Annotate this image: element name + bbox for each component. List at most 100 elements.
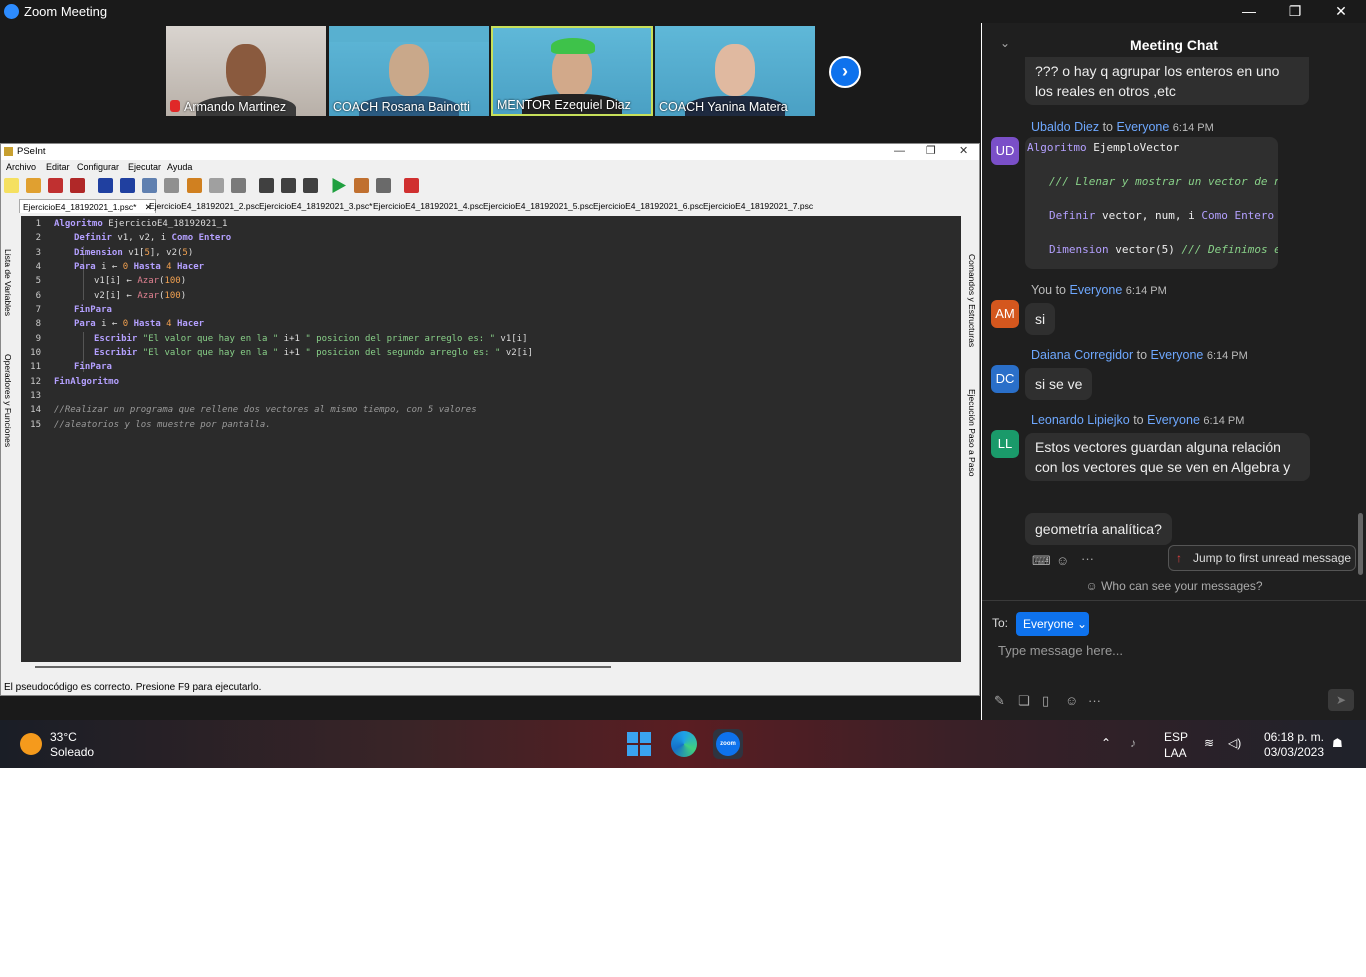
close-button[interactable]: ✕ — [1318, 0, 1364, 23]
sun-icon[interactable] — [20, 733, 42, 755]
undo-icon[interactable] — [98, 178, 113, 193]
menu-ejecutar[interactable]: Ejecutar — [128, 162, 161, 172]
zoom-app-icon: zoom — [716, 732, 740, 756]
file-tab[interactable]: EjercicioE4_18192021_3.psc* — [256, 199, 375, 213]
code-editor[interactable]: 1 2 3 4 5 6 7 8 9 10 11 12 13 14 15 Algo… — [21, 216, 961, 662]
horizontal-scrollbar[interactable] — [35, 666, 611, 668]
pseint-maximize-button[interactable]: ❐ — [926, 144, 936, 159]
who-can-see-link[interactable]: ☺ Who can see your messages? — [982, 579, 1366, 593]
run-icon[interactable] — [332, 178, 346, 193]
restore-button[interactable]: ❐ — [1272, 0, 1318, 23]
cut-icon[interactable] — [142, 178, 157, 193]
volume-icon[interactable]: ◁) — [1228, 736, 1241, 750]
file-tab[interactable]: EjercicioE4_18192021_4.psc — [370, 199, 486, 213]
more-options-icon[interactable]: ··· — [1081, 551, 1094, 566]
line-number: 9 — [35, 334, 41, 344]
microphone-icon[interactable]: ♪ — [1130, 736, 1136, 750]
next-page-button[interactable]: › — [829, 56, 861, 88]
search-next-icon[interactable] — [281, 178, 296, 193]
open-file-icon[interactable] — [26, 178, 41, 193]
flowchart-icon[interactable] — [376, 178, 391, 193]
emoji-icon[interactable]: ☺ — [1065, 693, 1078, 708]
line-number: 14 — [30, 405, 41, 415]
line-number: 7 — [35, 305, 41, 315]
variables-panel-tab[interactable]: Lista de Variables — [3, 249, 13, 316]
chat-scrollbar[interactable] — [1358, 513, 1363, 575]
zoom-taskbar-icon[interactable]: zoom — [713, 729, 743, 759]
to-label: To: — [992, 616, 1009, 630]
redo-icon[interactable] — [120, 178, 135, 193]
code-line: Escribir "El valor que hay en la " i+1 "… — [94, 334, 528, 344]
background-banner — [329, 26, 489, 42]
participant-video — [715, 44, 755, 96]
file-tab[interactable]: EjercicioE4_18192021_6.psc — [590, 199, 706, 213]
edge-browser-icon[interactable] — [671, 731, 697, 757]
find-icon[interactable] — [231, 178, 246, 193]
pseint-app-icon — [4, 147, 13, 156]
indent-icon[interactable] — [209, 178, 224, 193]
code-message-bubble: Algoritmo EjemploVector /// Llenar y mos… — [1025, 137, 1278, 269]
operators-panel-tab[interactable]: Operadores y Funciones — [3, 354, 13, 447]
wifi-icon[interactable]: ≋ — [1204, 736, 1214, 750]
start-button[interactable] — [627, 732, 651, 756]
help-icon[interactable] — [404, 178, 419, 193]
jump-to-unread-button[interactable]: ↑ Jump to first unread message — [1168, 545, 1356, 571]
reply-icon[interactable]: ⌨ — [1032, 553, 1051, 569]
emoji-reaction-icon[interactable]: ☺ — [1056, 553, 1069, 568]
format-icon[interactable]: ✎ — [994, 693, 1005, 709]
save-icon[interactable] — [48, 178, 63, 193]
new-file-icon[interactable] — [4, 178, 19, 193]
notifications-icon[interactable]: ☗ — [1332, 736, 1343, 750]
windows-logo-icon — [627, 745, 638, 756]
clock-time[interactable]: 06:18 p. m. — [1262, 730, 1324, 744]
step-icon[interactable] — [354, 178, 369, 193]
screenshot-icon[interactable]: ❏ — [1018, 693, 1030, 709]
line-number: 1 — [35, 219, 41, 229]
minimize-button[interactable]: — — [1226, 0, 1272, 23]
file-tab[interactable]: EjercicioE4_18192021_2.psc — [146, 199, 262, 213]
save-as-icon[interactable] — [70, 178, 85, 193]
clock-date[interactable]: 03/03/2023 — [1258, 745, 1324, 759]
file-tab[interactable]: EjercicioE4_18192021_7.psc — [700, 199, 816, 213]
line-number: 6 — [35, 291, 41, 301]
weather-temperature[interactable]: 33°C — [50, 730, 77, 744]
pseint-minimize-button[interactable]: — — [894, 144, 905, 159]
code-line: Dimension v1[5], v2(5) — [74, 248, 194, 258]
weather-condition[interactable]: Soleado — [50, 745, 94, 759]
replace-icon[interactable] — [303, 178, 318, 193]
file-tab-active[interactable]: EjercicioE4_18192021_1.psc* ✕ — [19, 199, 156, 213]
message-header: Leonardo Lipiejko to Everyone 6:14 PM — [1031, 413, 1245, 427]
pseint-close-button[interactable]: ✕ — [959, 144, 968, 159]
avatar: LL — [991, 430, 1019, 458]
pseint-title-bar: PSeInt — ❐ ✕ — [1, 144, 979, 160]
participant-tile-active[interactable]: MENTOR Ezequiel Diaz — [491, 26, 653, 116]
recipient-dropdown[interactable]: Everyone ⌄ — [1016, 612, 1089, 636]
chat-message-bubble: si se ve — [1025, 368, 1093, 400]
copy-icon[interactable] — [164, 178, 179, 193]
line-number: 13 — [30, 391, 41, 401]
more-options-icon[interactable]: ··· — [1088, 693, 1101, 708]
chat-message-bubble: ??? o hay q agrupar los enteros en uno l… — [1025, 57, 1309, 105]
participant-tile[interactable]: COACH Rosana Bainotti — [329, 26, 489, 116]
message-input[interactable]: Type message here... — [998, 643, 1348, 665]
menu-editar[interactable]: Editar — [46, 162, 70, 172]
file-tab[interactable]: EjercicioE4_18192021_5.psc — [480, 199, 596, 213]
step-panel-tab[interactable]: Ejecución Paso a Paso — [967, 389, 977, 476]
file-icon[interactable]: ▯ — [1042, 693, 1049, 709]
line-number: 12 — [30, 377, 41, 387]
participant-tile[interactable]: COACH Yanina Matera — [655, 26, 815, 116]
keyboard-layout[interactable]: LAA — [1164, 746, 1187, 760]
search-icon[interactable] — [259, 178, 274, 193]
language-indicator[interactable]: ESP — [1164, 730, 1188, 744]
commands-panel-tab[interactable]: Comandos y Estructuras — [967, 254, 977, 347]
code-line: FinPara — [74, 362, 112, 372]
menu-archivo[interactable]: Archivo — [6, 162, 36, 172]
chevron-up-icon[interactable]: ⌃ — [1101, 736, 1111, 750]
pseint-window: PSeInt — ❐ ✕ Archivo Editar Configurar E… — [0, 143, 980, 696]
paste-icon[interactable] — [187, 178, 202, 193]
person-icon: ☺ — [1085, 579, 1102, 593]
participant-tile[interactable]: Armando Martinez — [166, 26, 326, 116]
send-icon[interactable]: ➤ — [1328, 689, 1354, 711]
menu-ayuda[interactable]: Ayuda — [167, 162, 192, 172]
menu-configurar[interactable]: Configurar — [77, 162, 119, 172]
